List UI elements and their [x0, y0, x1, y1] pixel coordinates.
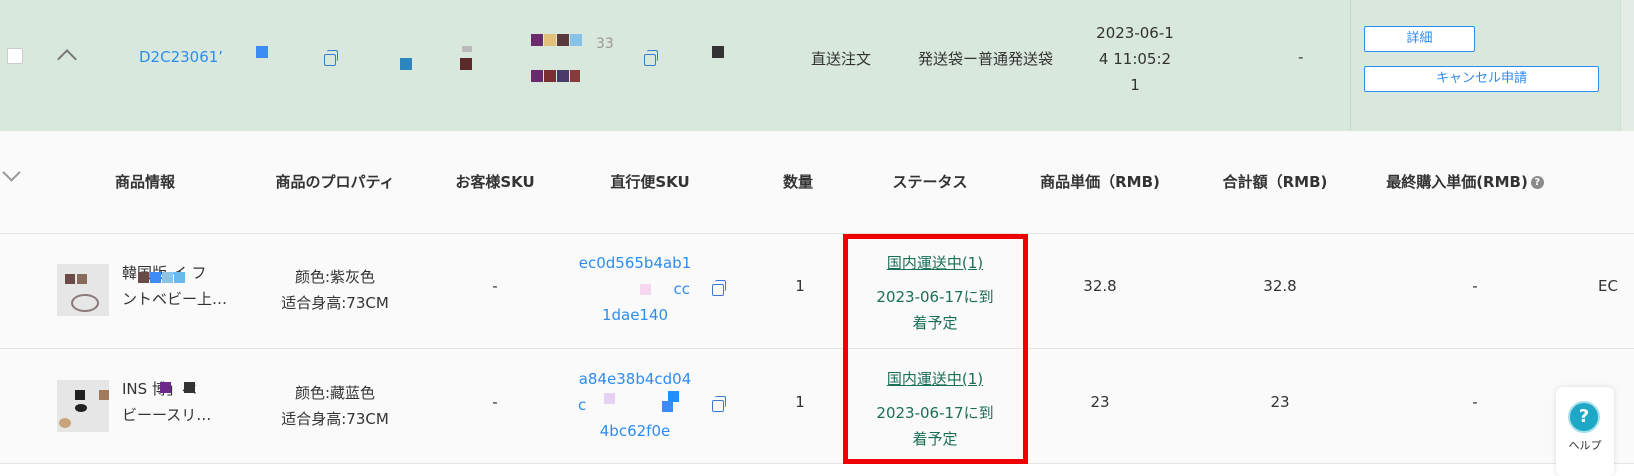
col-customer-sku: お客様SKU	[455, 173, 535, 191]
product-property: 颜色:藏蓝色 适合身高:73CM	[281, 384, 389, 428]
expand-chevron-down-icon[interactable]	[2, 163, 21, 182]
redacted-pixel	[668, 391, 679, 402]
order-id-link[interactable]: D2C23061’	[139, 48, 223, 66]
product-name[interactable]: INS 博」ベ ビーースリ…	[122, 376, 242, 428]
redacted-pixel	[462, 46, 472, 52]
redacted-pixel	[712, 46, 724, 58]
horizontal-scroll-edge[interactable]	[1620, 0, 1634, 131]
redacted-pixel	[570, 70, 580, 82]
redacted-pixel	[400, 58, 412, 70]
order-type: 直送注文	[811, 50, 872, 68]
redacted-pixel	[460, 58, 472, 70]
col-status: ステータス	[892, 173, 968, 191]
unit-price: 23	[1090, 393, 1110, 411]
detail-button[interactable]: 詳細	[1364, 26, 1475, 52]
redacted-pixel	[162, 272, 173, 283]
redacted-pixel	[150, 272, 161, 283]
redacted-pixel	[256, 46, 268, 58]
order-extra-value: -	[1298, 48, 1304, 66]
overflow-text: EC	[1598, 277, 1618, 295]
col-direct-sku: 直行便SKU	[610, 173, 690, 191]
direct-sku-link[interactable]: a84e38b4cd04 c 4bc62f0e	[570, 366, 700, 444]
product-thumbnail[interactable]	[57, 380, 109, 432]
shipping-method: 発送袋ー普通発送袋	[918, 50, 1054, 68]
redacted-pixel	[174, 272, 185, 283]
direct-sku-link[interactable]: ec0d565b4ab1 cc 1dae140	[570, 250, 700, 328]
col-total: 合計額（RMB)	[1222, 173, 1328, 191]
question-mark-icon[interactable]: ?	[1530, 176, 1544, 189]
copy-icon[interactable]	[324, 50, 338, 66]
product-table-header: 商品情報 商品のプロパティ お客様SKU 直行便SKU 数量 ステータス 商品単…	[0, 131, 1634, 234]
total-amount: 32.8	[1263, 277, 1297, 295]
help-question-icon[interactable]: ?	[1568, 401, 1600, 433]
cancel-request-button[interactable]: キャンセル申請	[1364, 66, 1599, 92]
copy-icon[interactable]	[712, 280, 726, 296]
redacted-pixel	[138, 272, 149, 283]
redacted-pixel	[184, 382, 195, 393]
unit-price: 32.8	[1083, 277, 1117, 295]
customer-sku: -	[492, 393, 498, 411]
redacted-pixel	[570, 34, 582, 46]
table-row: INS 博」ベ ビーースリ… 颜色:藏蓝色 适合身高:73CM - a84e38…	[0, 349, 1634, 464]
redacted-pixel	[640, 284, 651, 295]
customer-sku: -	[492, 277, 498, 295]
order-row: D2C23061’ 33 直送注文 発送袋ー普通発送袋 2023-06-1 4 …	[0, 0, 1634, 131]
copy-icon[interactable]	[712, 396, 726, 412]
product-property: 颜色:紫灰色 适合身高:73CM	[281, 268, 389, 312]
redacted-pixel	[531, 70, 543, 82]
col-unit-price: 商品単価（RMB)	[1040, 173, 1160, 191]
redacted-pixel	[531, 34, 543, 46]
redacted-pixel	[557, 34, 569, 46]
col-quantity: 数量	[782, 173, 813, 191]
help-label: ヘルプ	[1568, 439, 1602, 452]
order-datetime: 2023-06-1 4 11:05:2 1	[1096, 24, 1174, 94]
redacted-pixel	[604, 393, 615, 404]
collapse-chevron-up-icon[interactable]	[57, 49, 77, 69]
last-purchase-price: -	[1472, 277, 1478, 295]
last-purchase-price: -	[1472, 393, 1478, 411]
shop-suffix: 33	[596, 36, 614, 52]
quantity: 1	[795, 277, 805, 295]
redacted-pixel	[160, 382, 171, 393]
order-actions: 詳細 キャンセル申請	[1350, 0, 1621, 131]
product-name[interactable]: 韓国版 イ フ ントベビー上…	[122, 260, 242, 312]
order-select-checkbox[interactable]	[7, 48, 23, 64]
help-widget[interactable]: ? ヘルプ	[1556, 387, 1614, 476]
col-product-property: 商品のプロパティ	[275, 173, 395, 191]
table-row: 韓国版 イ フ ントベビー上… 颜色:紫灰色 适合身高:73CM - ec0d5…	[0, 234, 1634, 349]
redacted-pixel	[557, 70, 569, 82]
copy-icon[interactable]	[644, 50, 658, 66]
redacted-pixel	[544, 70, 556, 82]
redacted-pixel	[544, 34, 556, 46]
col-product-info: 商品情報	[114, 173, 175, 191]
col-last-purchase-price: 最終購入単価(RMB)?	[1380, 171, 1550, 192]
redacted-pixel	[662, 401, 673, 412]
quantity: 1	[795, 393, 805, 411]
product-thumbnail[interactable]	[57, 264, 109, 316]
status-highlight-box	[843, 234, 1028, 464]
total-amount: 23	[1270, 393, 1290, 411]
